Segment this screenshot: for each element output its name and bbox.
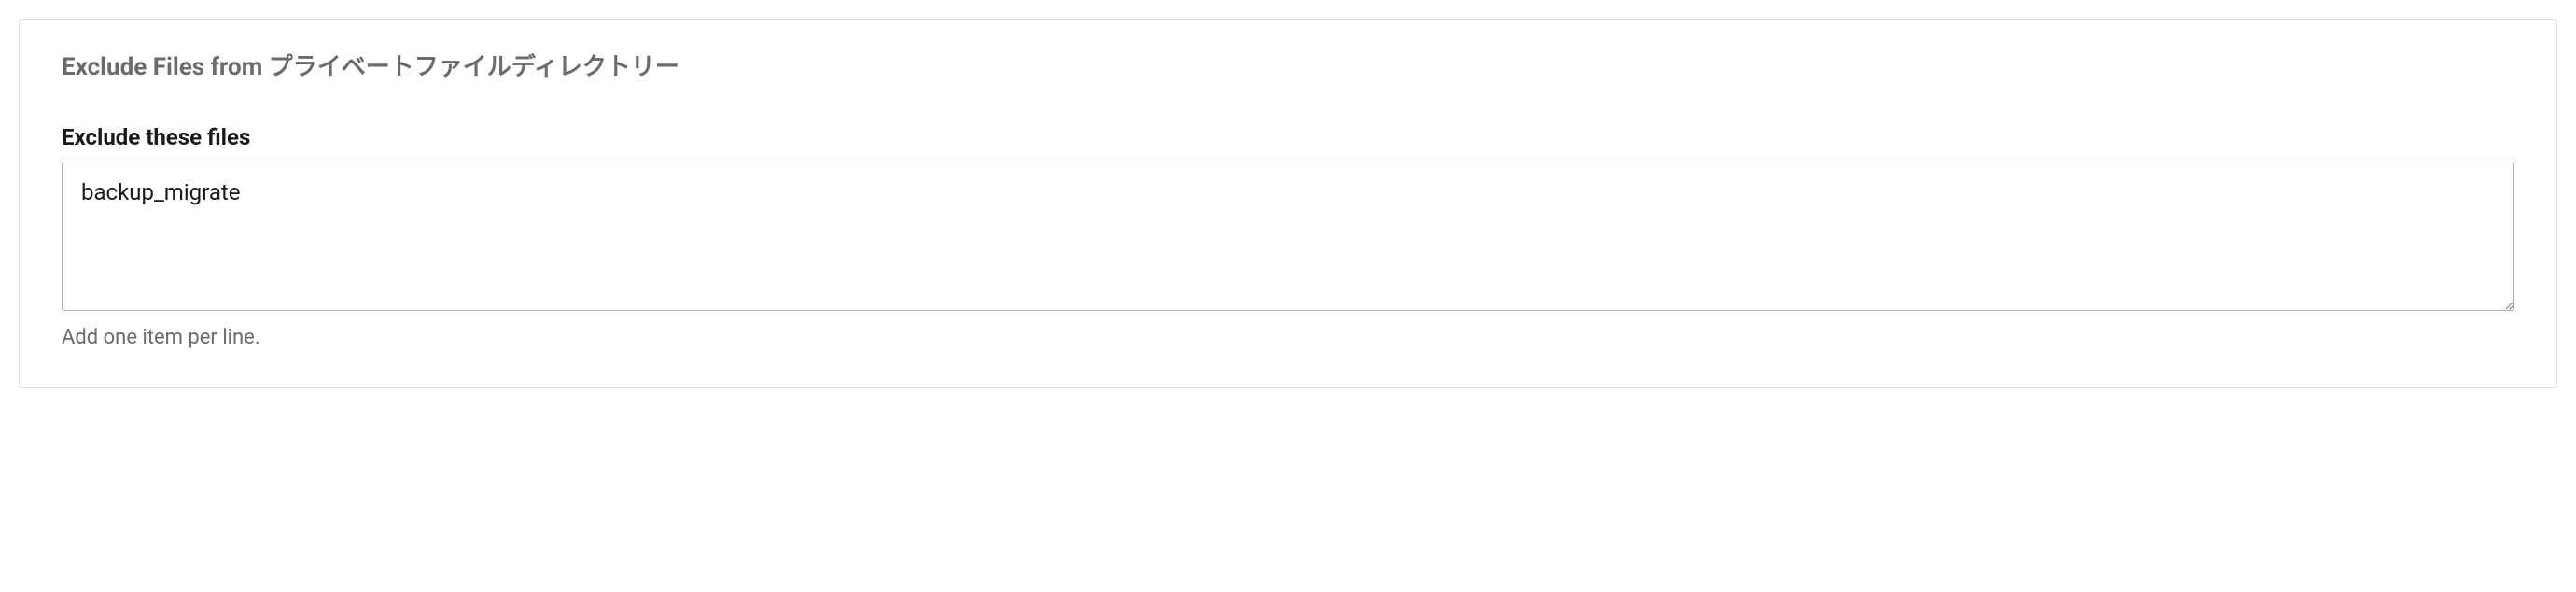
exclude-files-label: Exclude these files [62, 124, 2514, 150]
panel-title: Exclude Files from プライベートファイルディレクトリー [62, 48, 2514, 82]
exclude-files-textarea[interactable] [62, 162, 2514, 311]
exclude-files-panel: Exclude Files from プライベートファイルディレクトリー Exc… [19, 19, 2557, 388]
field-help-text: Add one item per line. [62, 326, 2514, 349]
